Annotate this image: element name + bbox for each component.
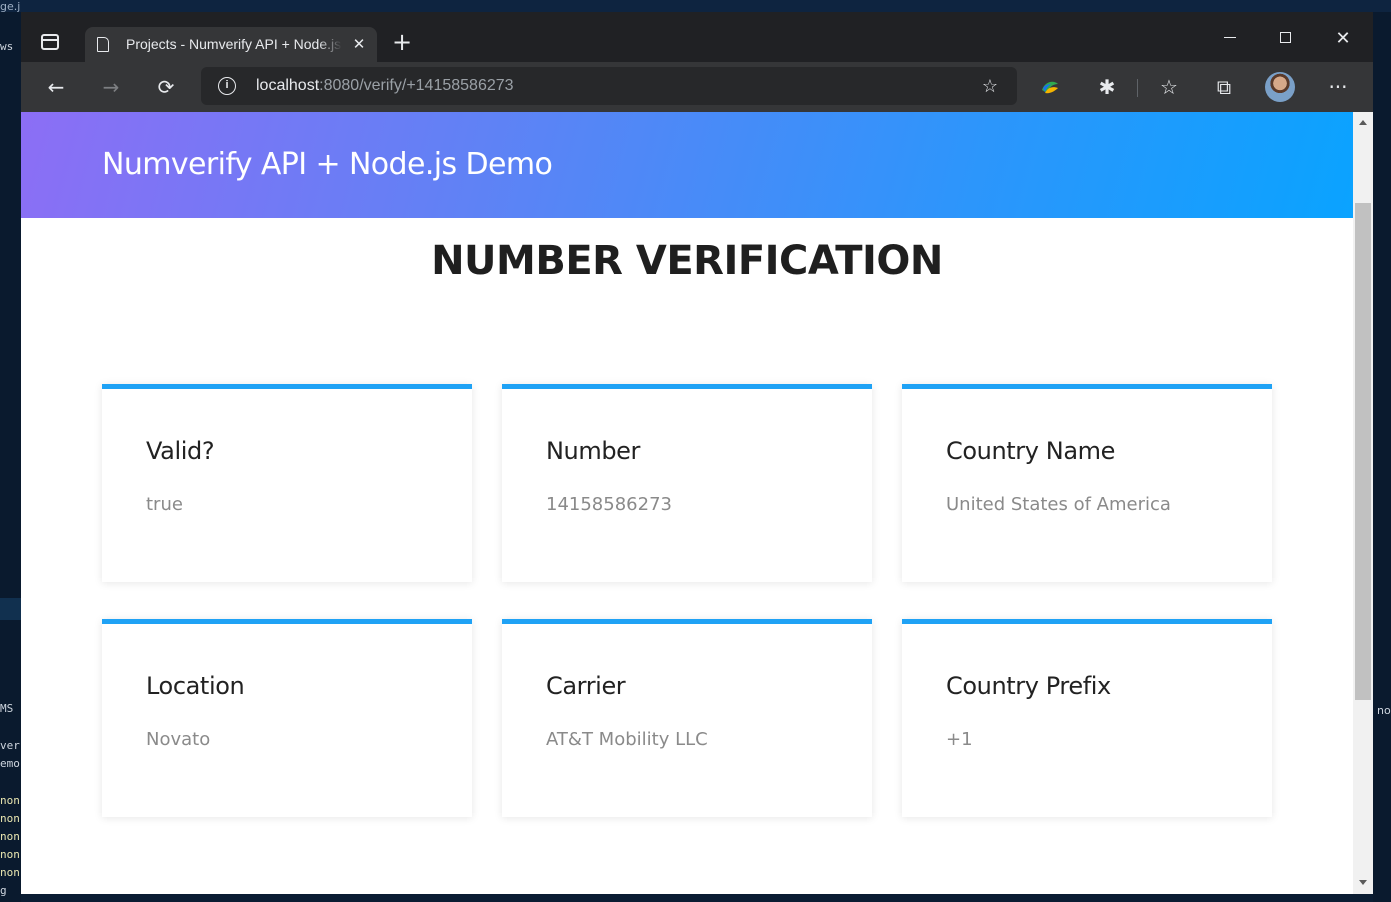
card-value: AT&T Mobility LLC bbox=[546, 729, 708, 750]
site-info-icon[interactable]: i bbox=[218, 77, 236, 95]
result-card-carrier: Carrier AT&T Mobility LLC bbox=[502, 619, 872, 817]
card-label: Number bbox=[546, 437, 641, 465]
card-value: Novato bbox=[146, 729, 211, 750]
page-viewport: Numverify API + Node.js Demo NUMBER VERI… bbox=[21, 112, 1353, 894]
tab-projects[interactable]: Projects - Numverify API + Node.js Demo … bbox=[85, 27, 377, 62]
scroll-down-icon[interactable] bbox=[1359, 880, 1367, 885]
page-header: Numverify API + Node.js Demo bbox=[21, 112, 1353, 218]
background-text: g bbox=[0, 884, 7, 897]
card-label: Valid? bbox=[146, 437, 215, 465]
page-scrollbar[interactable] bbox=[1353, 112, 1373, 894]
extension-icon[interactable] bbox=[1037, 74, 1063, 100]
title-bar: Projects - Numverify API + Node.js Demo … bbox=[21, 12, 1373, 62]
address-url[interactable]: localhost:8080/verify/+14158586273 bbox=[256, 77, 514, 95]
background-editor-left: ws MS ver: emo non non non non non g bbox=[0, 12, 21, 902]
favorites-icon[interactable]: ☆ bbox=[1156, 74, 1182, 100]
background-highlight bbox=[0, 598, 21, 620]
browser-toolbar: ← → ⟳ i localhost:8080/verify/+141585862… bbox=[21, 62, 1373, 112]
tab-close-icon[interactable]: ✕ bbox=[349, 35, 369, 55]
site-brand[interactable]: Numverify API + Node.js Demo bbox=[102, 147, 553, 182]
card-label: Country Prefix bbox=[946, 672, 1111, 700]
background-text: emo bbox=[0, 757, 20, 770]
page-icon bbox=[97, 37, 109, 52]
toolbar-divider bbox=[1137, 79, 1138, 97]
card-label: Carrier bbox=[546, 672, 626, 700]
card-label: Country Name bbox=[946, 437, 1115, 465]
profile-avatar[interactable] bbox=[1265, 72, 1295, 102]
close-window-button[interactable]: ✕ bbox=[1320, 26, 1366, 50]
page-title: NUMBER VERIFICATION bbox=[431, 238, 943, 284]
result-card-location: Location Novato bbox=[102, 619, 472, 817]
tab-title: Projects - Numverify API + Node.js Demo bbox=[126, 36, 342, 54]
result-card-country-prefix: Country Prefix +1 bbox=[902, 619, 1272, 817]
minimize-button[interactable] bbox=[1207, 26, 1253, 50]
collections-icon[interactable]: ⧉ bbox=[1211, 74, 1237, 100]
background-window-tabs: ge.j bbox=[0, 0, 1391, 13]
card-value: United States of America bbox=[946, 494, 1171, 515]
maximize-button[interactable] bbox=[1263, 26, 1309, 50]
background-text: non bbox=[0, 830, 20, 843]
add-favorite-icon[interactable]: ☆ bbox=[979, 75, 1001, 97]
background-editor-right: no bbox=[1373, 12, 1391, 902]
card-value: 14158586273 bbox=[546, 494, 672, 515]
background-text: MS bbox=[0, 702, 14, 715]
browser-window: Projects - Numverify API + Node.js Demo … bbox=[21, 12, 1373, 894]
background-text: ws bbox=[0, 40, 14, 53]
more-icon[interactable]: ··· bbox=[1325, 74, 1351, 100]
tab-actions-icon[interactable] bbox=[41, 34, 59, 50]
card-label: Location bbox=[146, 672, 245, 700]
address-host: localhost bbox=[256, 77, 320, 94]
card-value: true bbox=[146, 494, 183, 515]
card-value: +1 bbox=[946, 729, 973, 750]
address-path: :8080/verify/+14158586273 bbox=[319, 77, 514, 94]
result-card-number: Number 14158586273 bbox=[502, 384, 872, 582]
result-card-country-name: Country Name United States of America bbox=[902, 384, 1272, 582]
background-text: non bbox=[0, 848, 20, 861]
refresh-icon[interactable]: ⟳ bbox=[153, 74, 179, 100]
background-text: ver: bbox=[0, 739, 21, 752]
forward-icon[interactable]: → bbox=[98, 74, 124, 100]
back-icon[interactable]: ← bbox=[43, 74, 69, 100]
scrollbar-thumb[interactable] bbox=[1355, 203, 1371, 700]
background-text: no bbox=[1377, 704, 1391, 717]
background-text: non bbox=[0, 812, 20, 825]
background-text: non bbox=[0, 866, 20, 879]
new-tab-button[interactable]: + bbox=[391, 30, 413, 54]
extensions-icon[interactable]: ✱ bbox=[1094, 74, 1120, 100]
background-text: non bbox=[0, 794, 20, 807]
address-bar[interactable]: i localhost:8080/verify/+14158586273 ☆ bbox=[201, 67, 1017, 105]
result-card-valid: Valid? true bbox=[102, 384, 472, 582]
scroll-up-icon[interactable] bbox=[1359, 120, 1367, 125]
